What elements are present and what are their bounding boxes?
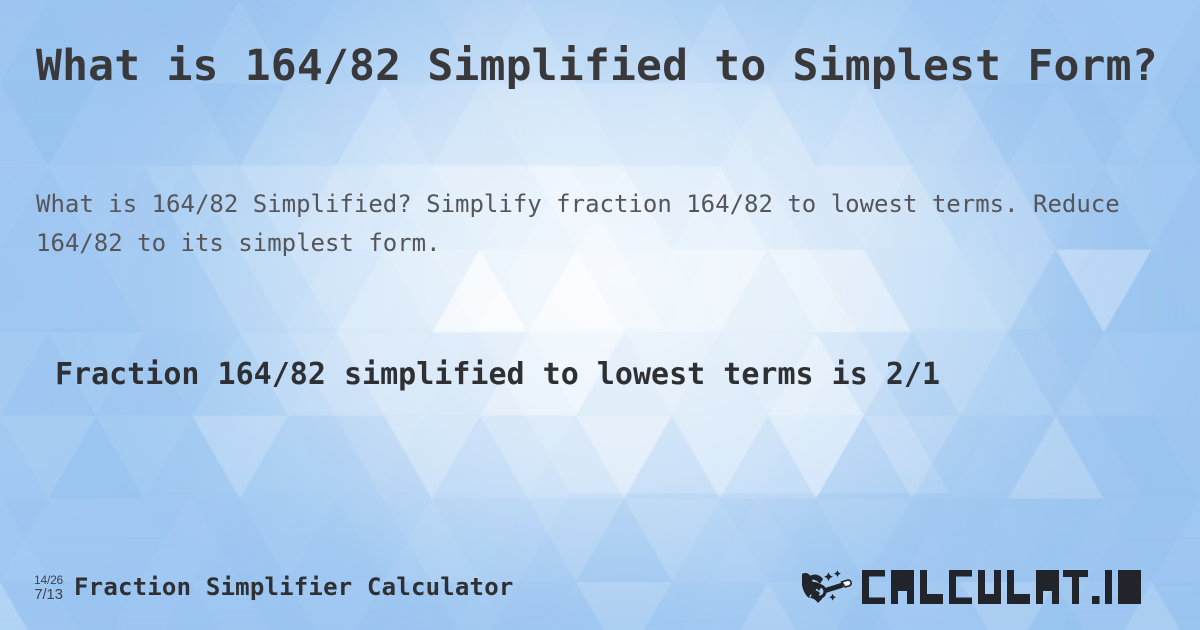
fraction-icon-reduced: 7/13 [34,585,63,603]
calculatio-wordmark: CALCULAT.IO [862,570,1141,604]
fraction-simplify-icon: 14/26 7/13 [34,573,63,602]
page-container: What is 164/82 Simplified to Simplest Fo… [0,0,1200,630]
hand-holding-magic-wand-icon [802,570,852,603]
site-logo[interactable]: CALCULAT.IO [801,567,1164,607]
page-subtitle: What is 164/82 Simplified? Simplify frac… [36,190,1120,257]
result-statement: Fraction 164/82 simplified to lowest ter… [55,357,941,392]
tool-name-label: Fraction Simplifier Calculator [74,573,514,601]
footer: 14/26 7/13 Fraction Simplifier Calculato… [0,544,1200,630]
fraction-icon-original: 14/26 [34,572,64,587]
page-title: What is 164/82 Simplified to Simplest Fo… [36,41,1158,91]
footer-branding: 14/26 7/13 Fraction Simplifier Calculato… [34,573,514,602]
